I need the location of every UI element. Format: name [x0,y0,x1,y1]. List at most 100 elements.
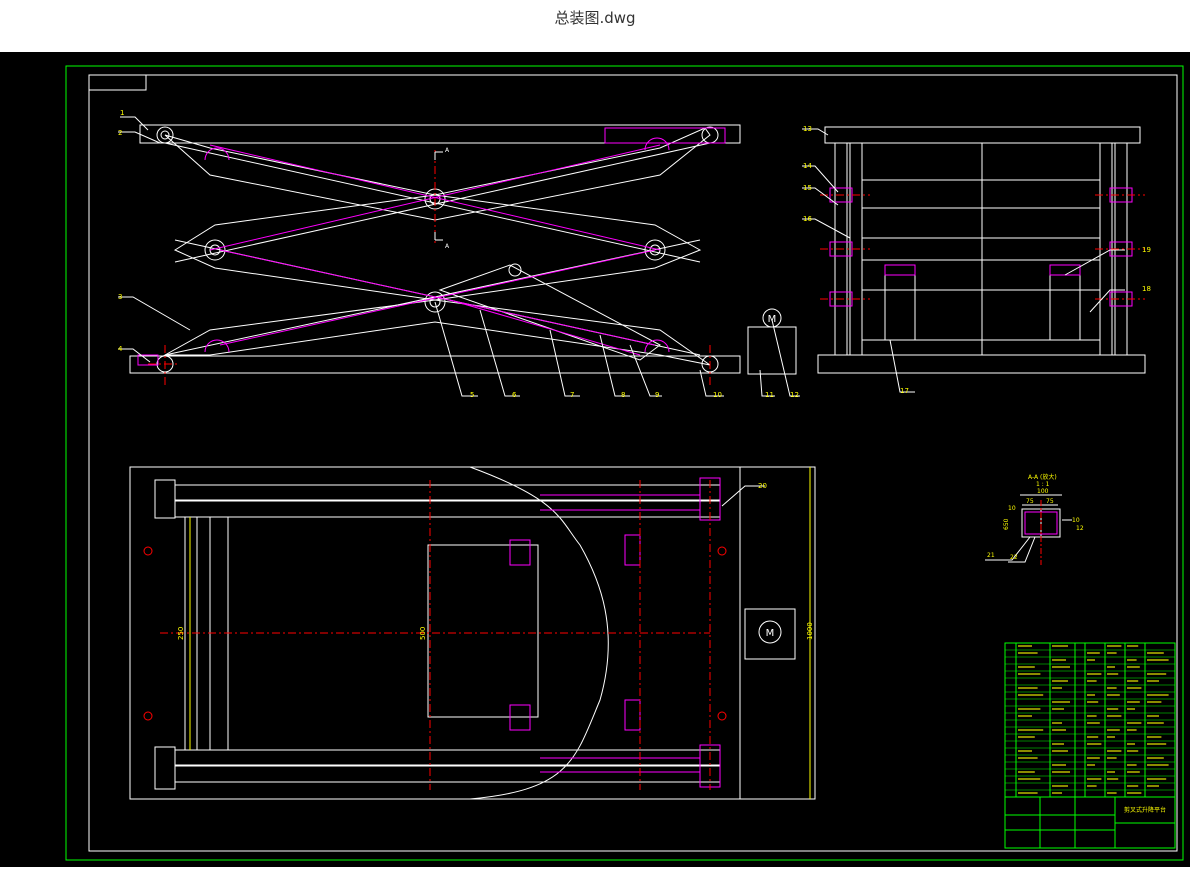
leader [479,309,520,397]
part-label: 22 [1010,554,1018,561]
hidden-cap [1049,264,1081,276]
bom-cell-text [1107,694,1120,696]
bolt-hole [717,711,727,721]
bom-cell-text [1107,687,1117,689]
dim-100: 100 [1037,488,1049,495]
bom-cell-text [1052,792,1062,794]
bom-cell-text [1052,659,1066,661]
base-frame [129,355,741,374]
hidden-block [624,534,641,566]
bolt-hole [143,546,153,556]
bom-cell-text [1018,694,1044,696]
part-label: 16 [803,215,812,223]
bom-cell-text [1018,645,1032,647]
bom-cell-text [1018,673,1041,675]
side-view [817,126,1146,374]
bom-cell-text [1107,757,1117,759]
bom-cell-text [1087,778,1102,780]
part-label: 9 [655,391,659,399]
bom-cell-text [1147,785,1159,787]
bom-cell-text [1107,778,1119,780]
dimension-label: 500 [419,627,427,640]
bom-cell-text [1147,722,1164,724]
dimension-label: 250 [177,627,185,640]
section-mark-label: A [445,147,450,154]
hidden-block [624,699,641,731]
dim-650: 650 [1003,518,1010,530]
front-view [129,124,797,375]
bom-cell-text [1052,708,1064,710]
arm-line [164,142,701,263]
bom-cell-text [1127,708,1135,710]
bom-cell-text [1147,701,1162,703]
bom-cell-text [1052,680,1068,682]
bom-cell-text [1018,778,1041,780]
bom-cell-text [1087,785,1097,787]
hidden-cap [884,264,916,276]
dim-10a: 10 [1008,505,1016,512]
bom-rows [1005,649,1175,791]
dim-10b: 10 [1072,517,1080,524]
bom-cell-text [1107,792,1117,794]
window-titlebar: 总装图.dwg [0,0,1190,52]
top-rail [174,499,721,518]
bom-cell-text [1127,785,1139,787]
title-block-name: 剪叉式升降平台 [1124,806,1166,814]
side-view-hidden [829,187,1133,307]
middle-arm-pair [173,194,702,301]
part-label: 14 [803,162,812,170]
bom-cell-text [1107,715,1122,717]
section-mark-label: A [445,243,450,250]
bom-cell-text [1052,729,1066,731]
bom-cell-text [1127,743,1135,745]
bom-cell-text [1127,666,1140,668]
bom-cell-text [1087,680,1097,682]
bom-cell-text [1087,673,1102,675]
bom-cell-text [1127,771,1140,773]
bom-cell-text [1127,645,1139,647]
bom-cell-text [1018,652,1038,654]
leader [120,116,149,131]
bom-cell-text [1087,694,1095,696]
part-label: 19 [1142,246,1151,254]
bom-cell-text [1107,771,1115,773]
hidden-block [509,539,531,566]
bom-cell-text [1107,673,1119,675]
bom-cell-text [1018,729,1044,731]
bom-cell-text [1147,673,1167,675]
part-label: 1 [120,109,124,117]
pump-box [747,326,797,375]
bom-cell-text [1018,792,1038,794]
part-label: 7 [570,391,574,399]
bom-cell-text [1018,715,1032,717]
bom-cell-text [1087,764,1095,766]
bom-cell-text [1147,680,1159,682]
bom-cell-text [1052,771,1070,773]
bom-cell-text [1052,722,1062,724]
leader [889,339,915,393]
bom-cell-text [1127,659,1137,661]
section-scale: 1 : 1 [1036,481,1050,488]
bom-cell-text [1147,652,1164,654]
dimension-label: 1000 [806,622,814,640]
part-label: 15 [803,184,812,192]
part-label: 11 [765,391,774,399]
bom-cell-text [1107,645,1122,647]
cad-drawing-canvas[interactable]: M A A 1 2 3 4 5 6 7 8 9 10 11 12 13 14 1… [0,52,1190,867]
bom-cell-text [1147,659,1169,661]
part-label: 17 [900,387,909,395]
bom-cell-text [1147,764,1169,766]
top-rail [174,764,721,783]
side-base [817,354,1146,374]
bom-cell-text [1127,687,1142,689]
bom-cell-text [1087,659,1095,661]
bom-cell-text [1018,666,1035,668]
bom-cell-text [1052,743,1064,745]
corner-box [88,74,147,91]
bom-cell-text [1107,750,1122,752]
bom-cell-text [1018,750,1032,752]
bom-cell-text [1127,722,1142,724]
hydraulic-cylinder [438,264,661,361]
bom-cell-text [1052,750,1068,752]
inner-frame [88,74,1178,852]
